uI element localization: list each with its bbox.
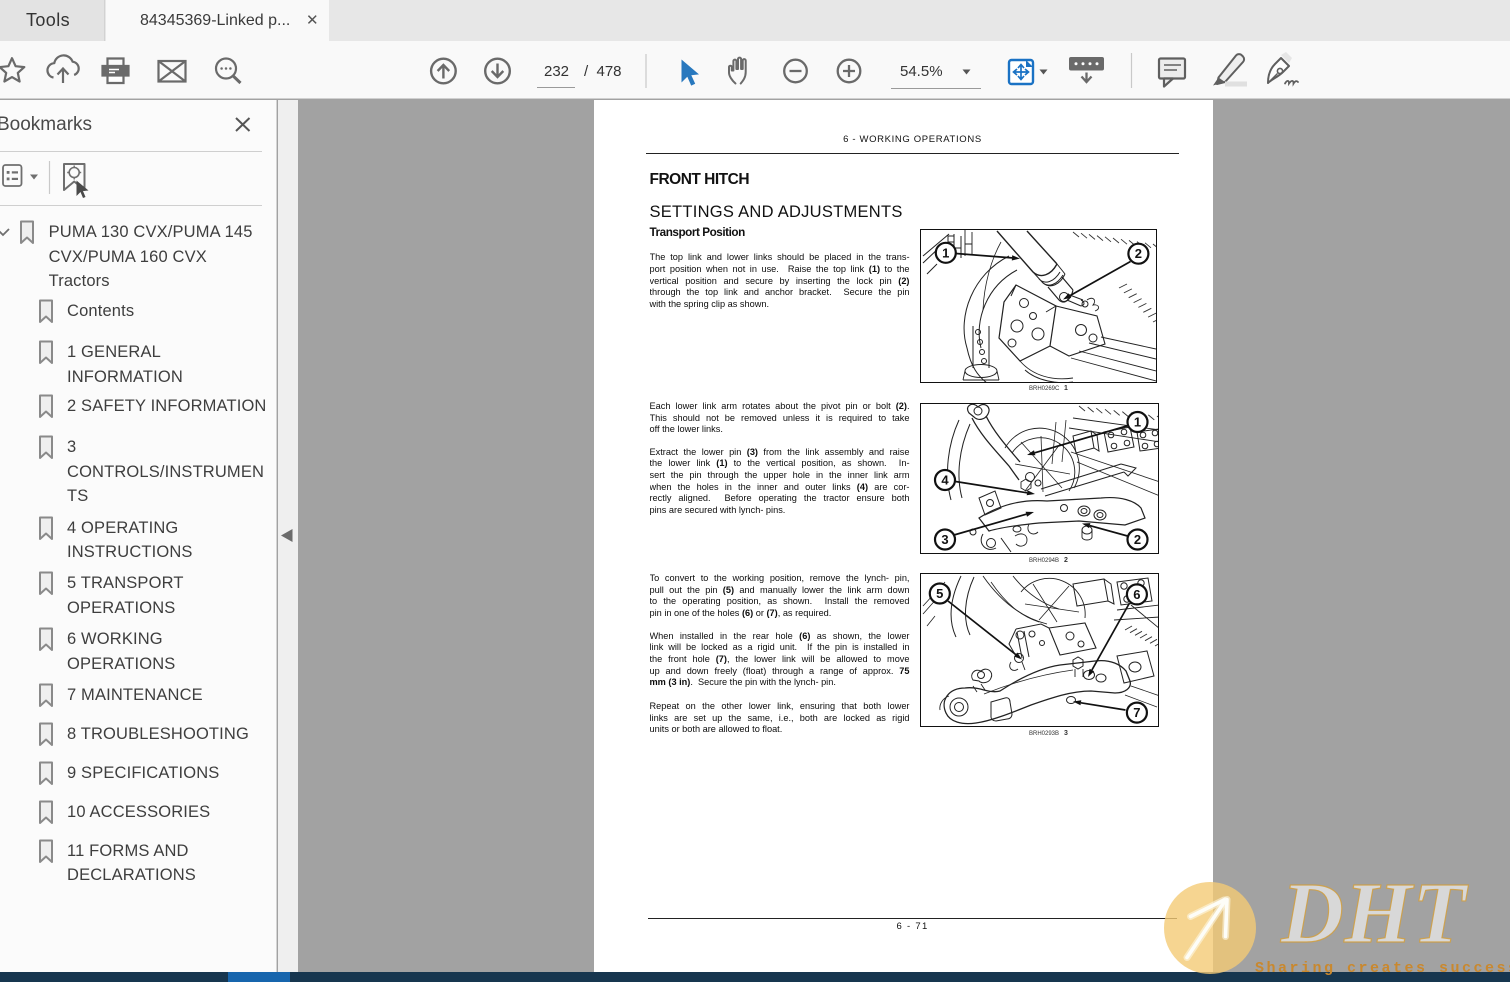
svg-text:1: 1: [1133, 414, 1140, 429]
svg-text:6: 6: [1133, 587, 1140, 602]
svg-text:2: 2: [1135, 246, 1142, 261]
svg-text:2: 2: [1133, 532, 1140, 547]
svg-text:4: 4: [941, 472, 949, 487]
svg-text:1: 1: [942, 245, 949, 260]
svg-text:7: 7: [1133, 705, 1140, 720]
svg-text:3: 3: [941, 532, 948, 547]
svg-text:5: 5: [936, 586, 943, 601]
